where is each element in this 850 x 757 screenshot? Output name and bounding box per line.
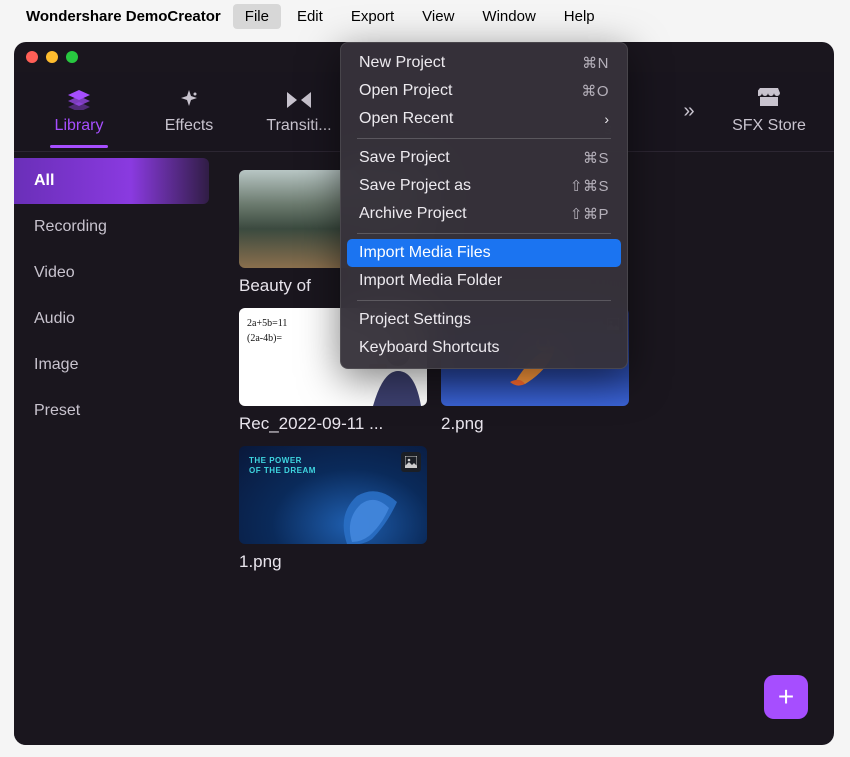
- menu-separator: [357, 233, 611, 234]
- menu-new-project[interactable]: New Project ⌘N: [347, 49, 621, 77]
- tab-effects[interactable]: Effects: [134, 77, 244, 147]
- sparkle-icon: [179, 89, 199, 111]
- sidebar-item-all[interactable]: All: [14, 158, 209, 204]
- app-name[interactable]: Wondershare DemoCreator: [26, 8, 221, 25]
- menu-view[interactable]: View: [410, 4, 466, 29]
- menu-separator: [357, 138, 611, 139]
- minimize-window-button[interactable]: [46, 51, 58, 63]
- image-badge-icon: [401, 452, 421, 472]
- tab-transition-label: Transiti...: [266, 117, 331, 135]
- bowtie-icon: [287, 89, 311, 111]
- menu-edit[interactable]: Edit: [285, 4, 335, 29]
- sidebar-item-recording[interactable]: Recording: [14, 204, 219, 250]
- menu-keyboard-shortcuts[interactable]: Keyboard Shortcuts: [347, 334, 621, 362]
- menu-separator: [357, 300, 611, 301]
- add-button[interactable]: +: [764, 675, 808, 719]
- media-item[interactable]: THE POWER OF THE DREAM 1.png: [239, 446, 427, 572]
- tabs-overflow-button[interactable]: »: [664, 100, 714, 123]
- media-item-label: 2.png: [441, 414, 629, 434]
- sidebar-item-preset[interactable]: Preset: [14, 388, 219, 434]
- menu-help[interactable]: Help: [552, 4, 607, 29]
- menu-save-project[interactable]: Save Project ⌘S: [347, 144, 621, 172]
- close-window-button[interactable]: [26, 51, 38, 63]
- tab-effects-label: Effects: [165, 117, 214, 135]
- macos-menubar: Wondershare DemoCreator File Edit Export…: [0, 0, 850, 32]
- menu-archive-project[interactable]: Archive Project ⇧⌘P: [347, 200, 621, 228]
- media-thumbnail: THE POWER OF THE DREAM: [239, 446, 427, 544]
- chevron-double-right-icon: »: [683, 100, 694, 123]
- tab-sfx-label: SFX Store: [732, 117, 806, 135]
- tab-library[interactable]: Library: [24, 77, 134, 147]
- plus-icon: +: [778, 681, 794, 713]
- media-item-label: Rec_2022-09-11 ...: [239, 414, 427, 434]
- zoom-window-button[interactable]: [66, 51, 78, 63]
- menu-project-settings[interactable]: Project Settings: [347, 306, 621, 334]
- tab-transition[interactable]: Transiti...: [244, 77, 354, 147]
- menu-import-media-files[interactable]: Import Media Files: [347, 239, 621, 267]
- menu-file[interactable]: File: [233, 4, 281, 29]
- sidebar-item-image[interactable]: Image: [14, 342, 219, 388]
- menu-export[interactable]: Export: [339, 4, 406, 29]
- file-menu-dropdown: New Project ⌘N Open Project ⌘O Open Rece…: [340, 42, 628, 369]
- sidebar: All Recording Video Audio Image Preset: [14, 152, 219, 745]
- menu-window[interactable]: Window: [470, 4, 547, 29]
- sidebar-item-audio[interactable]: Audio: [14, 296, 219, 342]
- sidebar-item-video[interactable]: Video: [14, 250, 219, 296]
- chevron-right-icon: ›: [604, 111, 609, 127]
- tab-library-label: Library: [55, 117, 104, 135]
- store-icon: [758, 88, 780, 111]
- menu-open-recent[interactable]: Open Recent ›: [347, 105, 621, 133]
- media-item-label: 1.png: [239, 552, 427, 572]
- tab-sfx-store[interactable]: SFX Store: [714, 88, 824, 135]
- menu-save-project-as[interactable]: Save Project as ⇧⌘S: [347, 172, 621, 200]
- menu-open-project[interactable]: Open Project ⌘O: [347, 77, 621, 105]
- layers-icon: [68, 89, 90, 111]
- menu-import-media-folder[interactable]: Import Media Folder: [347, 267, 621, 295]
